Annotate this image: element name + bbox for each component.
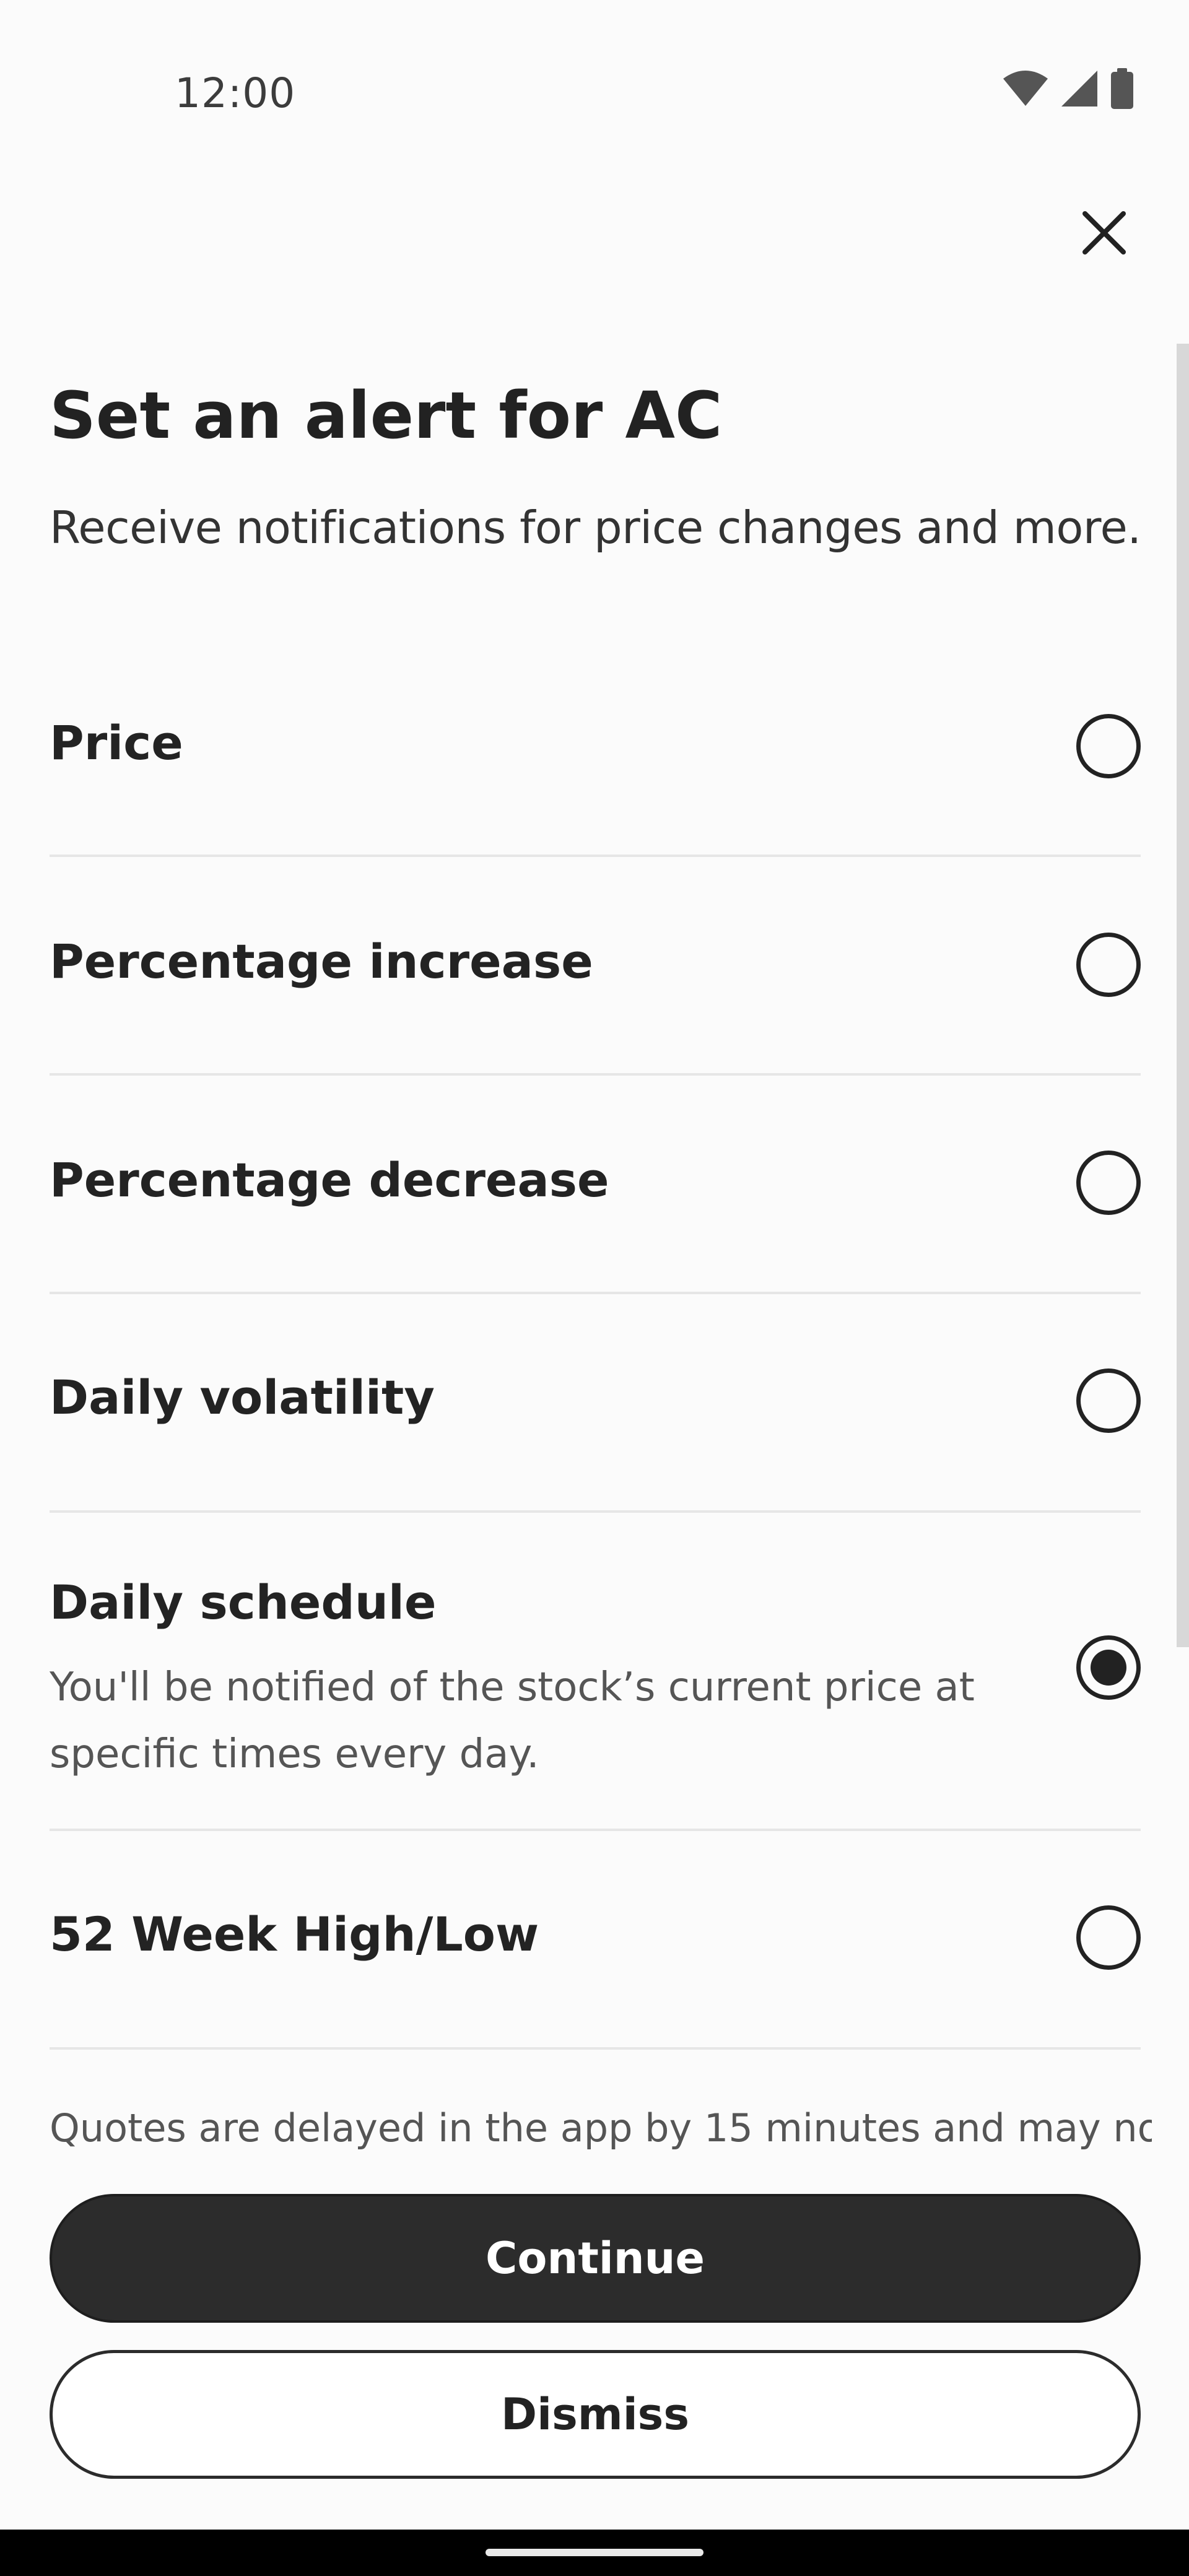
- signal-icon: [1060, 69, 1099, 110]
- alert-screen: 12:00 Set an alert for AC Receive notifi…: [0, 0, 1189, 2530]
- disclaimer-text: Quotes are delayed in the app by 15 minu…: [50, 2105, 1152, 2151]
- option-price[interactable]: Price: [50, 638, 1141, 857]
- option-52-week-high-low[interactable]: 52 Week High/Low: [50, 1831, 1141, 2050]
- radio-daily-schedule[interactable]: [1076, 1635, 1141, 1700]
- option-daily-schedule[interactable]: Daily schedule You'll be notified of the…: [50, 1513, 1141, 1831]
- scrollbar[interactable]: [1177, 344, 1189, 1647]
- option-label: Daily schedule: [50, 1575, 437, 1630]
- option-description: You'll be notified of the stock’s curren…: [50, 1664, 975, 1777]
- status-icons: [1002, 68, 1135, 111]
- dismiss-button[interactable]: Dismiss: [50, 2350, 1141, 2479]
- radio-percentage-increase[interactable]: [1076, 933, 1141, 997]
- option-label: Percentage decrease: [50, 1152, 609, 1208]
- option-label: 52 Week High/Low: [50, 1907, 539, 1962]
- close-button[interactable]: [1071, 201, 1137, 267]
- status-time: 12:00: [175, 69, 296, 117]
- option-label: Percentage increase: [50, 934, 593, 989]
- dismiss-button-label: Dismiss: [500, 2389, 690, 2440]
- wifi-icon: [1002, 70, 1049, 110]
- option-daily-volatility[interactable]: Daily volatility: [50, 1294, 1141, 1513]
- page-subtitle: Receive notifications for price changes …: [50, 502, 1141, 554]
- radio-52-week-high-low[interactable]: [1076, 1905, 1141, 1970]
- page-title: Set an alert for AC: [50, 378, 723, 453]
- radio-price[interactable]: [1076, 714, 1141, 778]
- option-label: Price: [50, 715, 183, 770]
- option-percentage-increase[interactable]: Percentage increase: [50, 857, 1141, 1076]
- option-label: Daily volatility: [50, 1370, 435, 1425]
- continue-button[interactable]: Continue: [50, 2194, 1141, 2323]
- continue-button-label: Continue: [486, 2233, 705, 2284]
- close-icon: [1081, 210, 1127, 258]
- home-indicator[interactable]: [486, 2549, 703, 2556]
- option-percentage-decrease[interactable]: Percentage decrease: [50, 1076, 1141, 1294]
- radio-daily-volatility[interactable]: [1076, 1368, 1141, 1433]
- radio-percentage-decrease[interactable]: [1076, 1151, 1141, 1215]
- battery-icon: [1110, 68, 1135, 111]
